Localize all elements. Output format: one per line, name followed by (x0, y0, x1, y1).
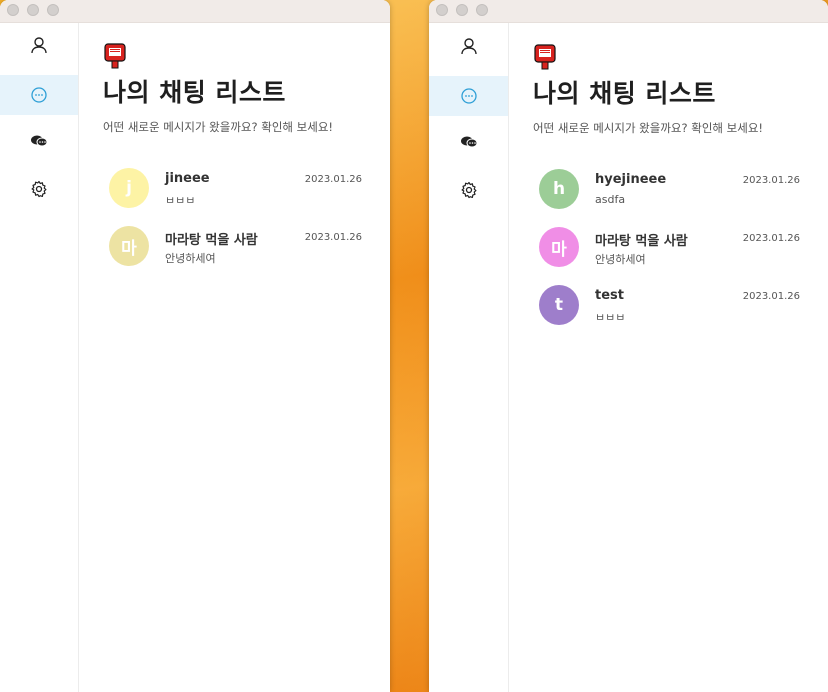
avatar: h (539, 169, 579, 209)
chat-name: 마라탕 먹을 사람 (165, 233, 258, 248)
nav-open-chat[interactable] (429, 122, 508, 162)
maximize-window-button[interactable] (476, 4, 488, 16)
avatar: t (539, 285, 579, 325)
nav-profile[interactable] (0, 25, 78, 65)
chat-list: j jineee ㅂㅂㅂ 2023.01.26 마 마라탕 먹을 사람 안녕하세… (103, 168, 366, 284)
mailbox-logo-icon (103, 43, 127, 69)
minimize-window-button[interactable] (27, 4, 39, 16)
avatar: j (109, 168, 149, 208)
nav-open-chat[interactable] (0, 121, 78, 161)
gear-icon (460, 181, 478, 199)
chat-name: jineee (165, 171, 210, 186)
nav-profile[interactable] (429, 26, 508, 66)
group-chat-icon (460, 133, 478, 151)
user-icon (460, 37, 478, 55)
nav-settings[interactable] (429, 170, 508, 210)
chat-list-item[interactable]: 마 마라탕 먹을 사람 안녕하세여 2023.01.26 (103, 226, 366, 284)
chat-preview: ㅂㅂㅂ (165, 194, 196, 207)
chat-window-left: 나의 채팅 리스트 어떤 새로운 메시지가 왔을까요? 확인해 보세요! j j… (0, 0, 390, 692)
page-title: 나의 채팅 리스트 (103, 78, 286, 107)
chat-name: hyejineee (595, 172, 667, 187)
chat-list-item[interactable]: h hyejineee asdfa 2023.01.26 (533, 169, 804, 227)
avatar: 마 (539, 227, 579, 267)
chat-date: 2023.01.26 (742, 291, 800, 302)
title-bar (0, 0, 390, 23)
close-window-button[interactable] (436, 4, 448, 16)
chat-bubble-icon (30, 86, 48, 104)
page-subtitle: 어떤 새로운 메시지가 왔을까요? 확인해 보세요! (533, 121, 764, 135)
gear-icon (30, 180, 48, 198)
group-chat-icon (30, 132, 48, 150)
nav-settings[interactable] (0, 169, 78, 209)
main-content: 나의 채팅 리스트 어떤 새로운 메시지가 왔을까요? 확인해 보세요! j j… (79, 23, 390, 692)
close-window-button[interactable] (7, 4, 19, 16)
page-subtitle: 어떤 새로운 메시지가 왔을까요? 확인해 보세요! (103, 120, 334, 134)
chat-list-item[interactable]: 마 마라탕 먹을 사람 안녕하세여 2023.01.26 (533, 227, 804, 285)
title-bar (429, 0, 828, 23)
chat-list: h hyejineee asdfa 2023.01.26 마 마라탕 먹을 사람… (533, 169, 804, 343)
chat-name: test (595, 288, 624, 303)
chat-preview: asdfa (595, 193, 626, 206)
chat-window-right: 나의 채팅 리스트 어떤 새로운 메시지가 왔을까요? 확인해 보세요! h h… (429, 0, 828, 692)
chat-preview: ㅂㅂㅂ (595, 311, 626, 324)
chat-name: 마라탕 먹을 사람 (595, 234, 688, 249)
minimize-window-button[interactable] (456, 4, 468, 16)
chat-list-item[interactable]: j jineee ㅂㅂㅂ 2023.01.26 (103, 168, 366, 226)
main-content: 나의 채팅 리스트 어떤 새로운 메시지가 왔을까요? 확인해 보세요! h h… (509, 23, 828, 692)
sidebar (429, 23, 509, 692)
user-icon (30, 36, 48, 54)
chat-date: 2023.01.26 (304, 174, 362, 185)
nav-chats[interactable] (0, 75, 78, 115)
chat-bubble-icon (460, 87, 478, 105)
chat-preview: 안녕하세여 (595, 253, 646, 266)
page-title: 나의 채팅 리스트 (533, 79, 716, 108)
chat-date: 2023.01.26 (742, 175, 800, 186)
avatar: 마 (109, 226, 149, 266)
mailbox-logo-icon (533, 44, 557, 70)
maximize-window-button[interactable] (47, 4, 59, 16)
nav-chats[interactable] (429, 76, 508, 116)
chat-date: 2023.01.26 (304, 232, 362, 243)
chat-preview: 안녕하세여 (165, 252, 216, 265)
chat-list-item[interactable]: t test ㅂㅂㅂ 2023.01.26 (533, 285, 804, 343)
sidebar (0, 23, 79, 692)
chat-date: 2023.01.26 (742, 233, 800, 244)
